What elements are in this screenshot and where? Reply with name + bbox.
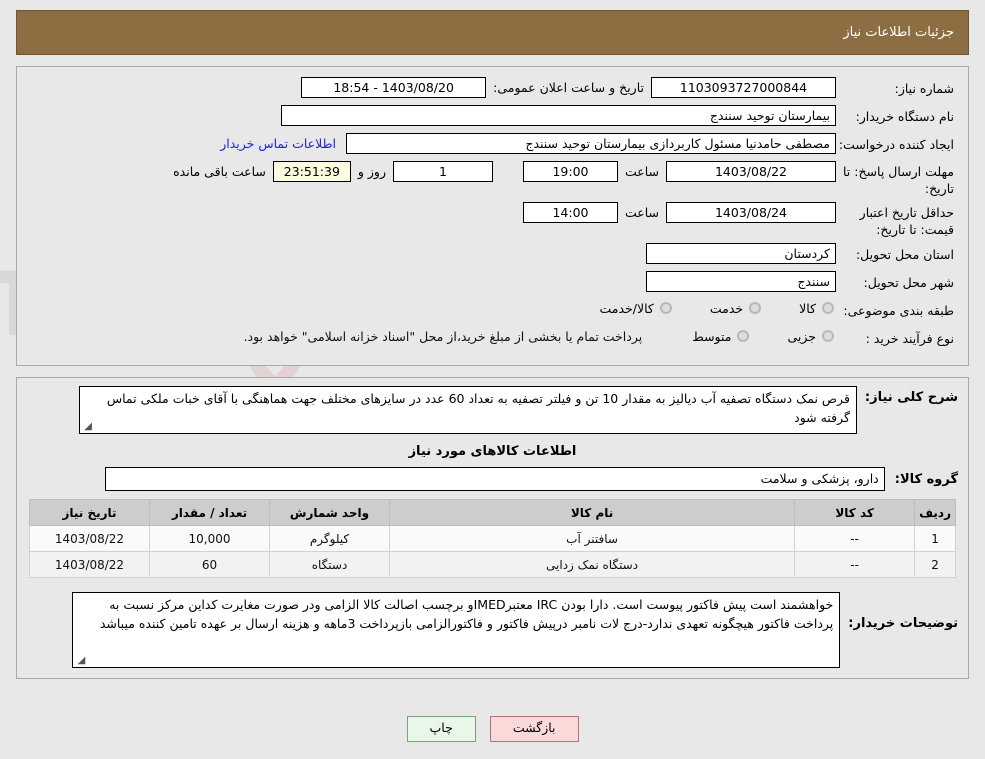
city-value: سنندج (646, 270, 836, 292)
row-general-description: شرح کلی نیاز: قرص نمک دستگاه تصفیه آب دی… (17, 378, 968, 438)
radio-icon[interactable] (822, 302, 834, 314)
requester-label: ایجاد کننده درخواست: (838, 137, 954, 152)
cell-date: 1403/08/22 (29, 525, 150, 552)
table-row: 2 -- دستگاه نمک زدایی دستگاه 60 1403/08/… (29, 551, 956, 578)
cell-qty: 10,000 (149, 525, 270, 552)
need-details-page: AriaTender .net جزئیات اطلاعات نیاز شمار… (0, 0, 985, 759)
category-option-label: کالا/خدمت (599, 300, 654, 316)
validity-hour-label: ساعت (624, 204, 659, 220)
need-number-value: 1103093727000844 (651, 77, 836, 98)
col-qty: تعداد / مقدار (149, 499, 270, 526)
days-separator-label: روز و (357, 164, 386, 179)
table-row: 1 -- سافتنر آب کیلوگرم 10,000 1403/08/22 (29, 525, 956, 552)
remaining-days-value: 1 (392, 161, 493, 182)
category-option-kala-khedmat[interactable]: کالا/خدمت (589, 301, 673, 316)
province-value: کردستان (646, 242, 836, 264)
back-button[interactable]: بازگشت (489, 716, 579, 742)
col-date: تاریخ نیاز (29, 499, 150, 526)
cell-date: 1403/08/22 (29, 551, 150, 578)
row-buyer-notes: توضیحات خریدار: خواهشمند است پیش فاکتور … (17, 588, 968, 678)
city-label: شهر محل تحویل: (863, 274, 954, 290)
row-need-number: شماره نیاز: 1103093727000844 تاریخ و ساع… (31, 77, 954, 101)
action-buttons: بازگشت چاپ (0, 716, 985, 742)
process-option-label: متوسط (692, 328, 732, 344)
goods-table: ردیف کد کالا نام کالا واحد شمارش تعداد /… (29, 499, 956, 578)
need-info-panel: شماره نیاز: 1103093727000844 تاریخ و ساع… (16, 66, 969, 366)
announce-label: تاریخ و ساعت اعلان عمومی: (493, 80, 644, 95)
reply-deadline-time: 19:00 (522, 161, 618, 182)
col-row: ردیف (914, 499, 956, 526)
reply-hour-label: ساعت (624, 164, 659, 179)
buyer-contact-link[interactable]: اطلاعات تماس خریدار (220, 133, 346, 151)
buyer-org-label: نام دستگاه خریدار: (855, 109, 954, 124)
goods-section-title: اطلاعات کالاهای مورد نیاز (408, 444, 577, 459)
requester-value: مصطفی حامدنیا مسئول کاربردازی بیمارستان … (346, 133, 836, 154)
price-validity-date: 1403/08/24 (666, 201, 836, 223)
radio-icon[interactable] (737, 330, 750, 342)
buyer-notes-text: خواهشمند است پیش فاکتور پیوست است. دارا … (99, 597, 834, 632)
process-note: پرداخت تمام یا بخشی از مبلغ خرید،از محل … (243, 328, 643, 344)
general-description-text: قرص نمک دستگاه تصفیه آب دیالیز به مقدار … (106, 391, 850, 426)
cell-name: دستگاه نمک زدایی (388, 551, 796, 578)
cell-unit: کیلوگرم (269, 525, 390, 552)
row-requester: ایجاد کننده درخواست: مصطفی حامدنیا مسئول… (31, 133, 954, 157)
process-option-label: جزیی (787, 328, 816, 344)
cell-code: -- (794, 551, 916, 578)
category-radio-group: کالا خدمت کالا/خدمت (563, 299, 836, 316)
category-option-label: کالا (799, 300, 816, 316)
col-name: نام کالا (388, 499, 796, 526)
radio-icon[interactable] (822, 330, 834, 342)
reply-deadline-date: 1403/08/22 (666, 161, 836, 182)
process-label: نوع فرآیند خرید : (865, 330, 954, 346)
reply-deadline-label: مهلت ارسال پاسخ: تا تاریخ: (843, 164, 954, 196)
radio-icon[interactable] (749, 302, 762, 314)
process-option-jozei[interactable]: جزیی (777, 329, 836, 344)
cell-code: -- (794, 525, 916, 552)
row-reply-deadline: مهلت ارسال پاسخ: تا تاریخ: 1403/08/22 سا… (31, 161, 954, 198)
category-label: طبقه بندی موضوعی: (843, 302, 954, 318)
col-unit: واحد شمارش (269, 499, 390, 526)
countdown-suffix-label: ساعت باقی مانده (173, 164, 266, 179)
price-validity-time: 14:00 (522, 201, 618, 223)
cell-unit: دستگاه (269, 551, 390, 578)
cell-row: 2 (914, 551, 956, 578)
general-description-label: شرح کلی نیاز: (864, 390, 958, 405)
row-city: شهر محل تحویل: سنندج (31, 270, 954, 295)
row-process-type: نوع فرآیند خرید : جزیی متوسط پرداخت تمام… (31, 327, 954, 351)
process-option-motevaset[interactable]: متوسط (682, 329, 751, 344)
announce-datetime-value: 1403/08/20 - 18:54 (301, 77, 487, 98)
need-number-label: شماره نیاز: (894, 81, 954, 96)
resize-grip-icon[interactable]: ◢ (82, 422, 92, 432)
goods-group-value: دارو، پزشکی و سلامت (104, 467, 885, 491)
price-validity-label: حداقل تاریخ اعتبار قیمت: تا تاریخ: (859, 204, 954, 237)
cell-qty: 60 (149, 551, 270, 578)
general-description-value[interactable]: قرص نمک دستگاه تصفیه آب دیالیز به مقدار … (78, 386, 857, 434)
col-code: کد کالا (794, 499, 916, 526)
page-title: جزئیات اطلاعات نیاز (843, 25, 954, 40)
process-radio-group: جزیی متوسط (656, 327, 836, 344)
row-price-validity: حداقل تاریخ اعتبار قیمت: تا تاریخ: 1403/… (31, 201, 954, 239)
print-button[interactable]: چاپ (406, 716, 476, 742)
resize-grip-icon[interactable]: ◢ (75, 656, 86, 666)
buyer-notes-label: توضیحات خریدار: (848, 616, 958, 631)
goods-table-wrap: ردیف کد کالا نام کالا واحد شمارش تعداد /… (17, 499, 968, 588)
radio-icon[interactable] (659, 302, 672, 314)
row-goods-group: گروه کالا: دارو، پزشکی و سلامت (17, 465, 968, 499)
cell-row: 1 (914, 525, 956, 552)
goods-group-label: گروه کالا: (894, 471, 958, 487)
table-header-row: ردیف کد کالا نام کالا واحد شمارش تعداد /… (29, 499, 956, 526)
row-category: طبقه بندی موضوعی: کالا خدمت کالا/خدمت (31, 299, 954, 323)
category-option-khedmat[interactable]: خدمت (700, 301, 763, 316)
row-province: استان محل تحویل: کردستان (31, 242, 954, 267)
buyer-notes-value[interactable]: خواهشمند است پیش فاکتور پیوست است. دارا … (72, 592, 841, 668)
countdown-timer: 23:51:39 (272, 161, 351, 182)
goods-block: شرح کلی نیاز: قرص نمک دستگاه تصفیه آب دی… (16, 377, 969, 679)
page-header: جزئیات اطلاعات نیاز (16, 10, 969, 55)
category-option-label: خدمت (709, 300, 744, 316)
buyer-org-value: بیمارستان توحید سنندج (281, 105, 836, 126)
province-label: استان محل تحویل: (855, 246, 954, 262)
row-buyer-org: نام دستگاه خریدار: بیمارستان توحید سنندج (31, 105, 954, 129)
category-option-kala[interactable]: کالا (789, 301, 836, 316)
cell-name: سافتنر آب (388, 525, 796, 552)
